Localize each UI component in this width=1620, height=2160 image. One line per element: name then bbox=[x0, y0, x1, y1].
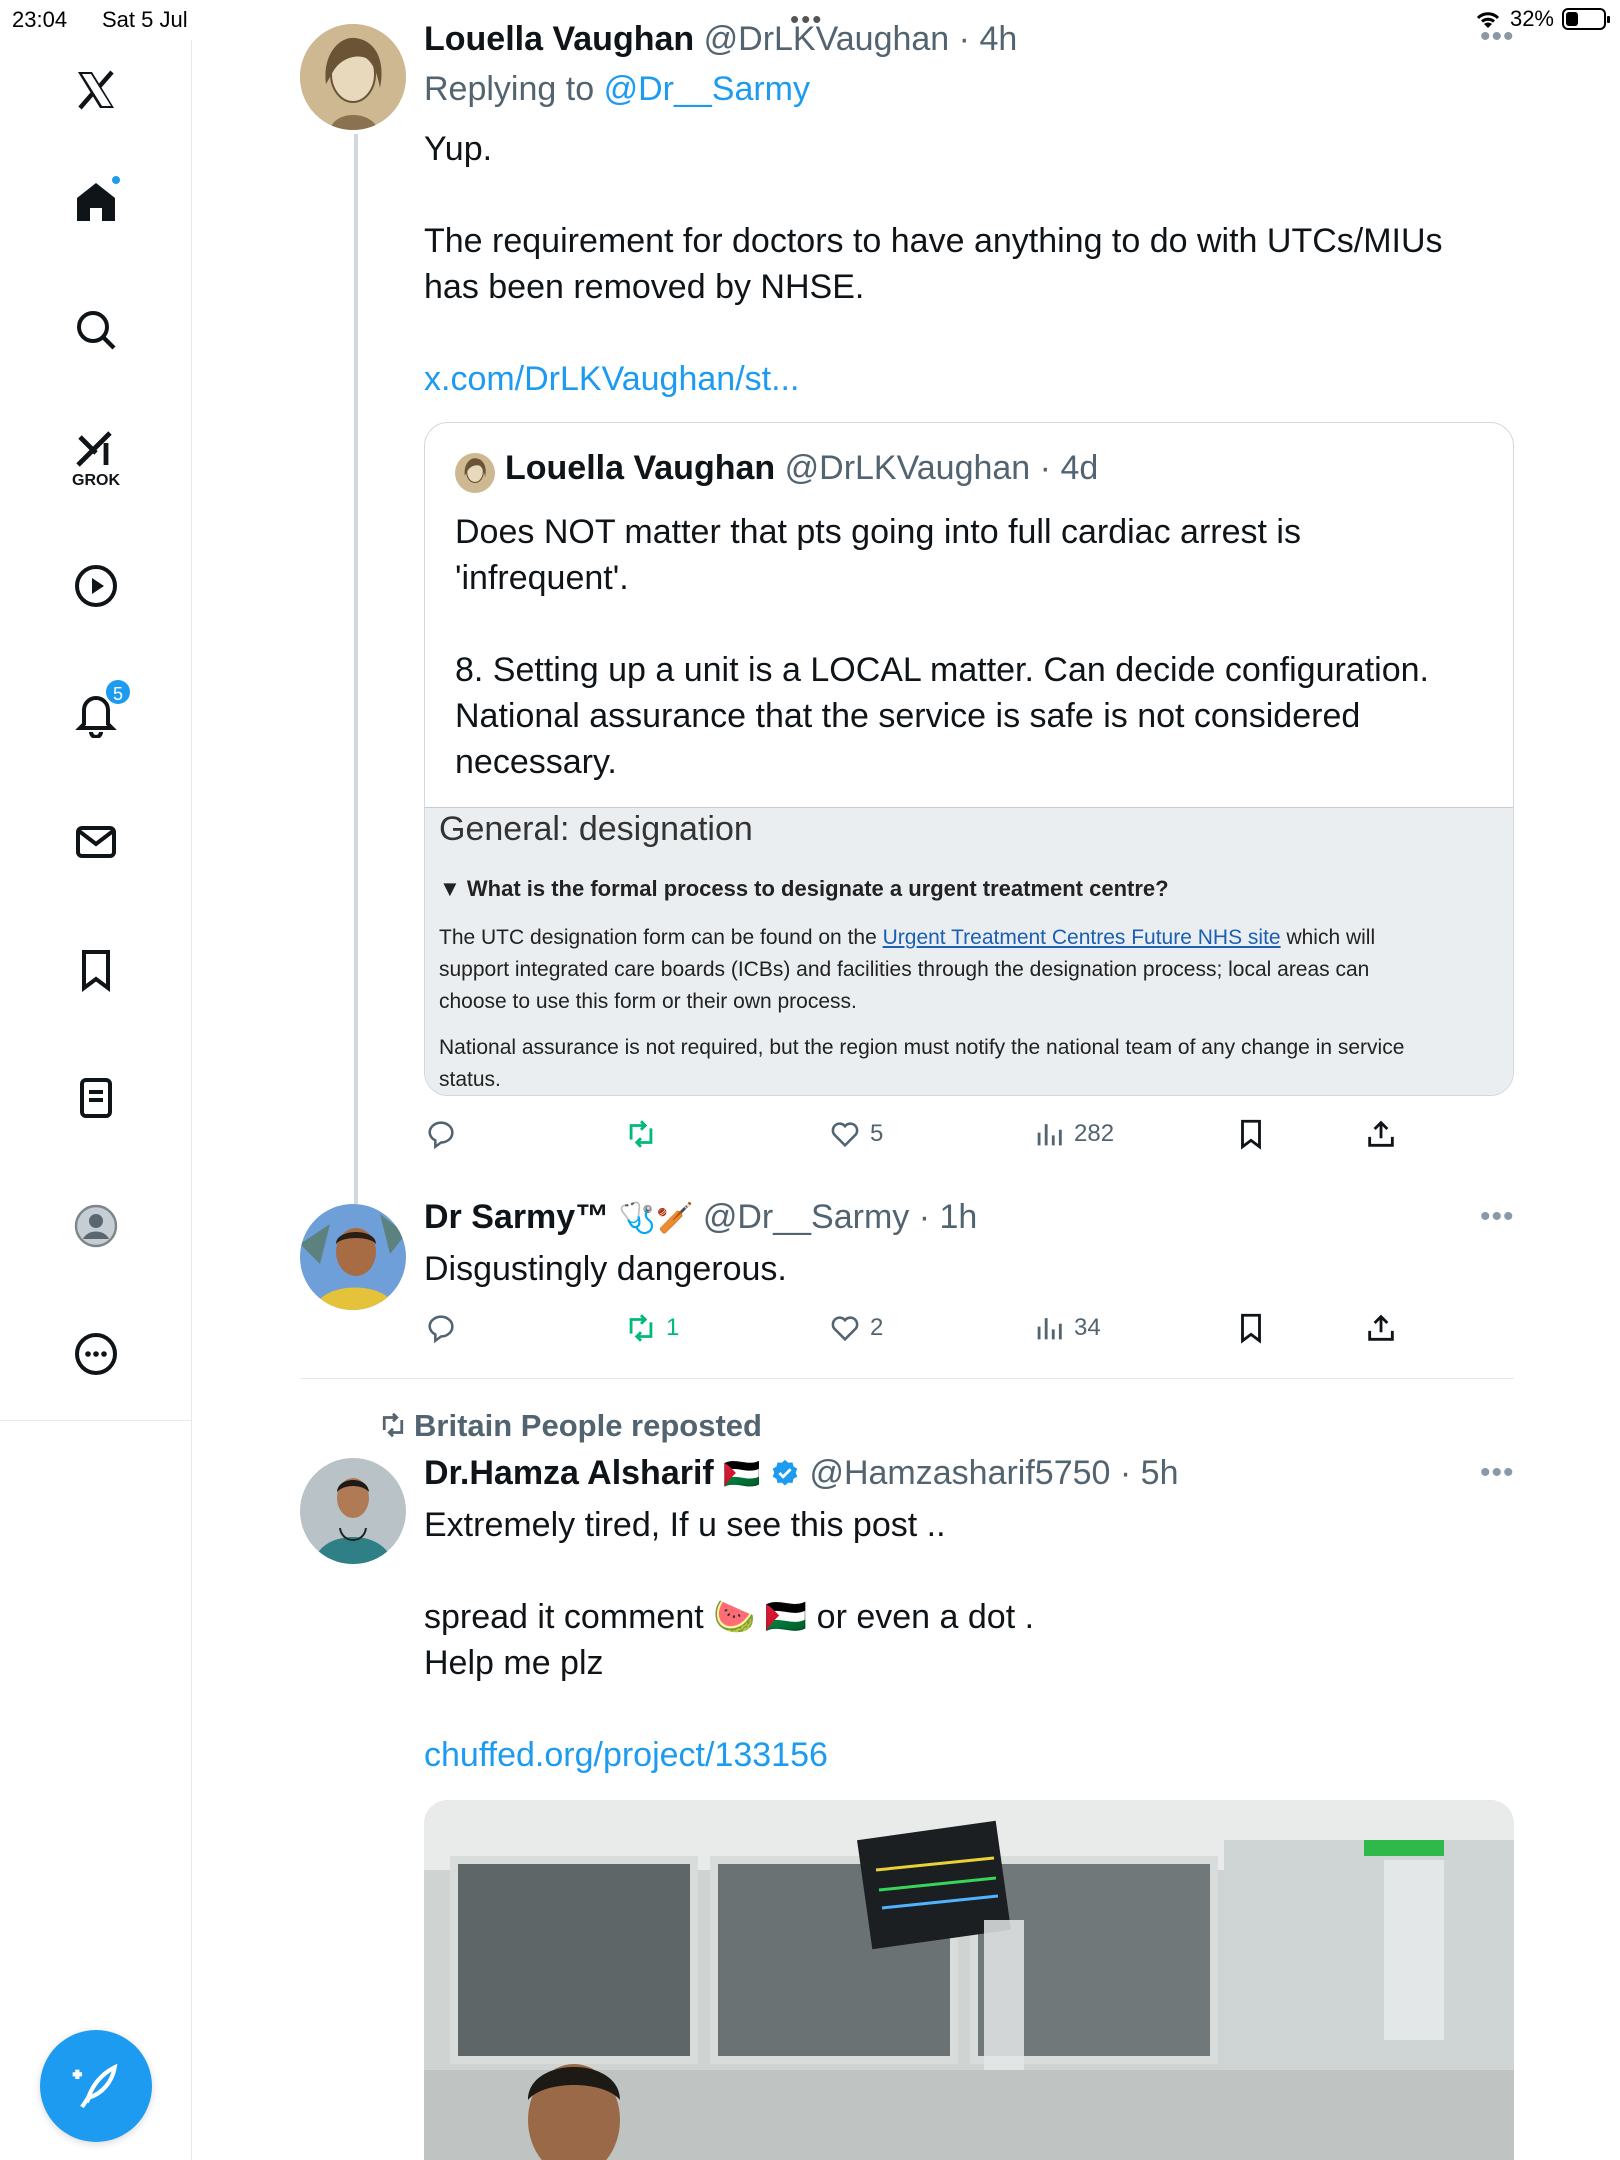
home-icon[interactable] bbox=[68, 174, 124, 230]
bookmark-button[interactable] bbox=[1234, 1112, 1268, 1156]
tweet-actions: 1 2 34 bbox=[424, 1306, 1424, 1350]
profile-emoji: 🩺🏏 bbox=[618, 1202, 694, 1235]
home-unread-dot bbox=[110, 174, 122, 186]
profile-avatar-icon[interactable] bbox=[68, 1198, 124, 1254]
bookmark-icon bbox=[1241, 1313, 1261, 1344]
battery-percent: 32% bbox=[1509, 6, 1554, 31]
verified-badge-icon[interactable] bbox=[770, 1458, 800, 1488]
handle[interactable]: @DrLKVaughan bbox=[704, 20, 950, 58]
like-count: 2 bbox=[870, 1314, 884, 1341]
compose-post-button[interactable] bbox=[40, 2030, 152, 2142]
tweet-link[interactable]: chuffed.org/project/133156 bbox=[424, 1732, 1034, 1778]
like-button[interactable]: 5 bbox=[828, 1112, 883, 1156]
hospital-photo bbox=[424, 1800, 1514, 2160]
like-button[interactable]: 2 bbox=[828, 1306, 883, 1350]
display-name[interactable]: Louella Vaughan bbox=[424, 20, 694, 58]
repost-count: 1 bbox=[666, 1314, 680, 1341]
image-heading: General: designation bbox=[439, 810, 753, 848]
search-icon[interactable] bbox=[68, 302, 124, 358]
handle[interactable]: @Hamzasharif5750 bbox=[809, 1454, 1110, 1492]
avatar[interactable] bbox=[300, 24, 406, 130]
tweet-media-image[interactable] bbox=[424, 1800, 1514, 2160]
tweet-text: Extremely tired, If u see this post .. s… bbox=[424, 1502, 1034, 1778]
bookmarks-icon[interactable] bbox=[68, 942, 124, 998]
more-options-icon[interactable] bbox=[68, 1326, 124, 1382]
timestamp[interactable]: 5h bbox=[1141, 1454, 1179, 1492]
thread-line bbox=[354, 134, 358, 1204]
compose-feather-icon bbox=[72, 2063, 118, 2109]
messages-icon[interactable] bbox=[68, 814, 124, 870]
quote-avatar bbox=[455, 453, 495, 493]
quote-text: Does NOT matter that pts going into full… bbox=[455, 513, 1429, 781]
share-button[interactable] bbox=[1364, 1306, 1398, 1350]
share-button[interactable] bbox=[1364, 1112, 1398, 1156]
grok-icon[interactable]: GROK bbox=[68, 428, 124, 489]
notifications-badge: 5 bbox=[104, 678, 132, 706]
avatar[interactable] bbox=[300, 1458, 406, 1564]
views-count: 282 bbox=[1074, 1120, 1115, 1147]
handle[interactable]: @Dr__Sarmy bbox=[703, 1198, 909, 1236]
reply-button[interactable] bbox=[424, 1112, 458, 1156]
triangle-icon: ▼ bbox=[439, 876, 467, 901]
left-navigation: GROK 5 bbox=[0, 40, 192, 2160]
timestamp[interactable]: 4h bbox=[979, 20, 1017, 58]
reposted-icon bbox=[382, 1412, 404, 1438]
reply-icon bbox=[428, 1315, 454, 1344]
views-chart-icon bbox=[1037, 1124, 1062, 1146]
grok-label: GROK bbox=[72, 472, 120, 489]
replying-prefix: Replying to bbox=[424, 70, 595, 108]
quote-timestamp: 4d bbox=[1060, 449, 1099, 487]
share-icon bbox=[1368, 1120, 1394, 1147]
more-icon[interactable]: ••• bbox=[1480, 1200, 1515, 1234]
replying-to-link[interactable]: @Dr__Sarmy bbox=[604, 70, 810, 108]
views-button[interactable]: 34 bbox=[1032, 1306, 1101, 1350]
like-count: 5 bbox=[870, 1120, 884, 1147]
tweet-text: Yup. The requirement for doctors to have… bbox=[424, 126, 1443, 402]
repost-icon bbox=[629, 1120, 653, 1148]
quoted-tweet-card[interactable]: Louella Vaughan @DrLKVaughan · 4d Does N… bbox=[424, 422, 1514, 1096]
tweet-divider bbox=[300, 1378, 1514, 1379]
x-logo-icon[interactable] bbox=[68, 62, 124, 118]
display-name[interactable]: Dr Sarmy™ bbox=[424, 1198, 609, 1236]
views-chart-icon bbox=[1037, 1318, 1062, 1340]
share-icon bbox=[1368, 1314, 1394, 1341]
status-time: 23:04 bbox=[12, 7, 68, 32]
bookmark-button[interactable] bbox=[1234, 1306, 1268, 1350]
views-count: 34 bbox=[1074, 1314, 1101, 1341]
timestamp[interactable]: 1h bbox=[940, 1198, 978, 1236]
reply-button[interactable] bbox=[424, 1306, 458, 1350]
image-question: What is the formal process to designate … bbox=[466, 876, 1169, 901]
heart-icon bbox=[831, 1316, 859, 1342]
tweet-text: Disgustingly dangerous. bbox=[424, 1250, 787, 1288]
quote-handle: @DrLKVaughan bbox=[784, 449, 1031, 487]
tweet-actions: 5 282 bbox=[424, 1112, 1424, 1156]
repost-button[interactable] bbox=[624, 1112, 658, 1156]
repost-icon bbox=[629, 1314, 653, 1342]
status-date: Sat 5 Jul bbox=[102, 7, 188, 32]
more-icon[interactable]: ••• bbox=[1480, 20, 1515, 54]
heart-icon bbox=[831, 1122, 859, 1148]
notifications-bell-icon[interactable]: 5 bbox=[68, 678, 132, 742]
image-paragraph-1: The UTC designation form can be found on… bbox=[439, 926, 1376, 1013]
reply-icon bbox=[428, 1121, 454, 1150]
avatar[interactable] bbox=[300, 1204, 406, 1310]
quote-display-name: Louella Vaughan bbox=[505, 449, 776, 487]
repost-label[interactable]: Britain People reposted bbox=[414, 1408, 762, 1443]
flag-emoji: 🇵🇸 bbox=[723, 1458, 761, 1491]
more-icon[interactable]: ••• bbox=[1480, 1456, 1515, 1490]
video-icon[interactable] bbox=[68, 558, 124, 614]
repost-button[interactable]: 1 bbox=[624, 1306, 679, 1350]
views-button[interactable]: 282 bbox=[1032, 1112, 1114, 1156]
tweet-link[interactable]: x.com/DrLKVaughan/st... bbox=[424, 356, 1443, 402]
quote-image-screenshot: General: designation ▼ What is the forma… bbox=[425, 807, 1513, 1095]
nav-divider bbox=[0, 1420, 192, 1421]
lists-icon[interactable] bbox=[68, 1070, 124, 1126]
bookmark-icon bbox=[1241, 1119, 1261, 1150]
image-paragraph-2: National assurance is not required, but … bbox=[439, 1036, 1405, 1091]
battery-icon bbox=[1562, 8, 1610, 30]
display-name[interactable]: Dr.Hamza Alsharif bbox=[424, 1454, 714, 1492]
